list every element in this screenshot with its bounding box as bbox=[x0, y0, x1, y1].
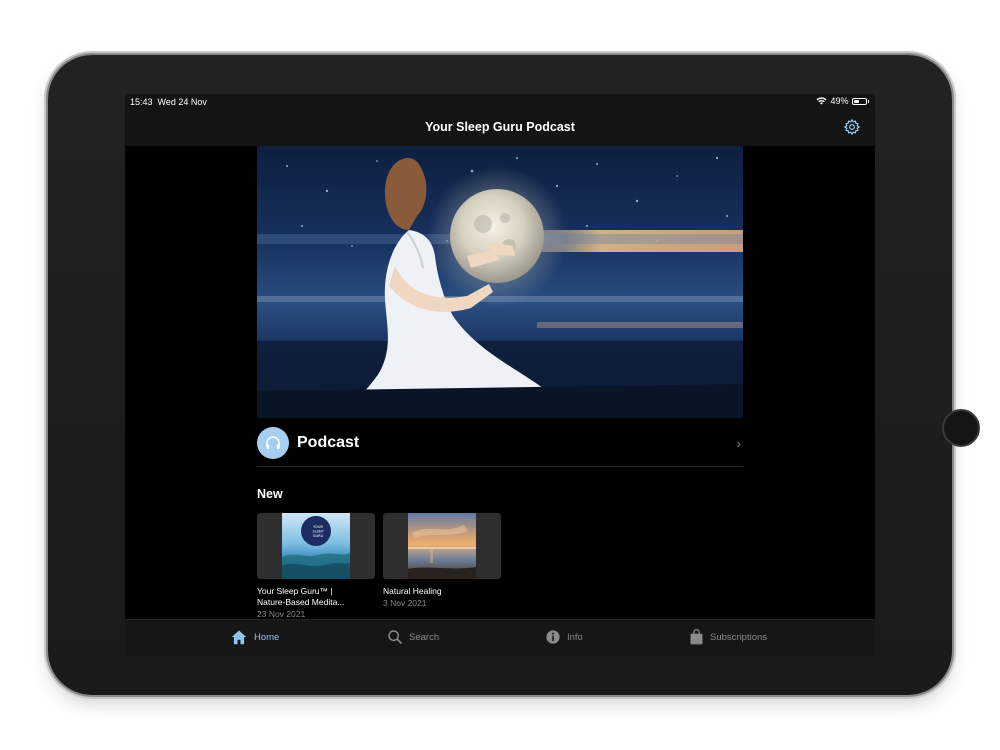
episode-thumbnail: YOUR SLEEP GURU bbox=[257, 513, 375, 579]
episode-card[interactable]: Natural Healing 3 Nov 2021 bbox=[383, 513, 501, 609]
tab-home[interactable]: Home bbox=[230, 629, 279, 645]
wifi-icon bbox=[816, 97, 827, 105]
tab-subscriptions[interactable]: Subscriptions bbox=[689, 629, 767, 645]
new-section-heading: New bbox=[257, 487, 283, 501]
svg-text:GURU: GURU bbox=[313, 534, 324, 538]
status-time: 15:43 bbox=[130, 97, 153, 107]
navigation-bar: Your Sleep Guru Podcast bbox=[125, 110, 875, 146]
episode-card[interactable]: YOUR SLEEP GURU Your Sleep Guru™ | Natur… bbox=[257, 513, 375, 620]
svg-text:YOUR: YOUR bbox=[313, 525, 323, 529]
headphones-icon bbox=[266, 436, 280, 449]
status-indicators: 49% bbox=[816, 96, 869, 106]
gear-icon[interactable] bbox=[843, 118, 861, 136]
tab-label: Search bbox=[409, 631, 440, 643]
tab-label: Home bbox=[254, 631, 280, 643]
episode-title-line: Nature-Based Medita... bbox=[257, 597, 345, 607]
podcast-avatar bbox=[257, 427, 289, 459]
info-icon bbox=[546, 630, 560, 644]
battery-icon bbox=[851, 97, 867, 105]
episode-title: Your Sleep Guru™ | Nature-Based Medita..… bbox=[257, 586, 375, 608]
episode-title-line: Natural Healing bbox=[383, 586, 442, 596]
home-hardware-button[interactable] bbox=[942, 409, 980, 447]
battery-percent: 49% bbox=[830, 96, 849, 106]
tab-bar: Home Search Info Subscriptions bbox=[125, 619, 875, 656]
hero-image[interactable] bbox=[257, 146, 743, 418]
podcast-row[interactable]: Podcast › bbox=[257, 426, 743, 467]
app-screen: 15:43 Wed 24 Nov 49% Your Sleep Guru Pod… bbox=[125, 94, 875, 656]
tab-info[interactable]: Info bbox=[545, 629, 583, 645]
svg-text:SLEEP: SLEEP bbox=[313, 530, 325, 534]
status-bar: 15:43 Wed 24 Nov 49% bbox=[125, 94, 875, 110]
episode-date: 3 Nov 2021 bbox=[383, 598, 427, 608]
search-icon bbox=[388, 630, 402, 644]
sleep-guru-artwork: YOUR SLEEP GURU bbox=[282, 513, 350, 579]
status-date: Wed 24 Nov bbox=[157, 97, 207, 107]
chevron-right-icon: › bbox=[736, 435, 741, 451]
natural-healing-artwork bbox=[408, 513, 476, 579]
moon-woman-illustration bbox=[257, 156, 743, 418]
podcast-label: Podcast bbox=[297, 434, 360, 451]
episode-title: Natural Healing bbox=[383, 586, 501, 597]
tab-search[interactable]: Search bbox=[387, 629, 439, 645]
page-title: Your Sleep Guru Podcast bbox=[425, 120, 575, 134]
episode-thumbnail bbox=[383, 513, 501, 579]
home-icon bbox=[231, 630, 247, 645]
status-time-date: 15:43 Wed 24 Nov bbox=[130, 97, 207, 107]
tab-label: Info bbox=[567, 631, 583, 643]
battery-tip bbox=[867, 99, 869, 103]
bag-icon bbox=[690, 629, 703, 645]
episode-title-line: Your Sleep Guru™ | bbox=[257, 586, 333, 596]
tab-label: Subscriptions bbox=[710, 631, 768, 643]
